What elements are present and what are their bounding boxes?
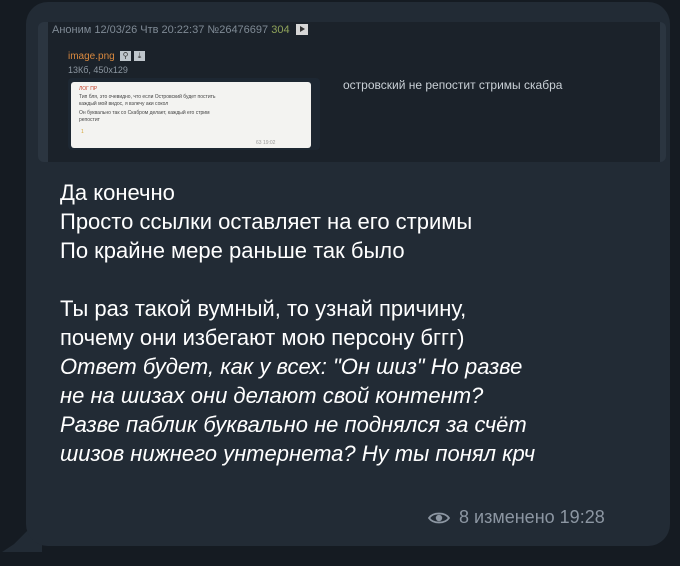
file-name-link[interactable]: image.png [68,51,115,62]
reply-count[interactable]: 304 [271,24,289,36]
message-line-blank [60,265,660,294]
view-count: 8 [459,507,470,527]
message-meta: 8 изменено 19:28 [427,507,605,530]
eye-icon [427,509,451,530]
message-line-italic: шизов нижнего унтернета? Ну ты понял крч [60,441,536,466]
thumbnail-line: каждый мой видос, я взлечу аки сокол [79,101,169,107]
thumbnail-meta: 63 19:02 [256,140,276,146]
message-line-italic: Ответ будет, как у всех: "Он шиз" Но раз… [60,354,523,379]
thumbnail-line: Он буквально так со Скабром делает, кажд… [79,110,210,116]
message-line-italic: не на шизах они делают свой контент? [60,383,484,408]
message-line: почему они избегают мою персону бггг) [60,325,465,350]
post-datetime: 12/03/26 Чтв 20:22:37 [94,24,205,36]
thumbnail-reaction: 1 [81,129,84,135]
message-time: 19:28 [559,507,605,527]
thumbnail-title: ЛОГ ПР [79,86,98,92]
search-icon[interactable]: ⚲ [120,51,131,61]
message-line-italic: Разве паблик буквально не поднялся за сч… [60,412,527,437]
message-line: Да конечно [60,180,175,205]
message-line: По крайне мере раньше так было [60,238,405,263]
message-line: Ты раз такой вумный, то узнай причину, [60,296,467,321]
thumbnail-card: ЛОГ ПР Тип бля, это очевидно, что если О… [71,82,311,148]
image-thumbnail[interactable]: ЛОГ ПР Тип бля, это очевидно, что если О… [68,78,320,150]
post-author: Аноним [52,24,92,36]
post-number[interactable]: №26476697 [207,24,268,36]
quoted-post-text: островский не репостит стримы скабра [343,78,563,92]
file-info: 13Кб, 450x129 [68,65,128,75]
message-text: Да конечно Просто ссылки оставляет на ег… [60,178,660,468]
quoted-post-header: Аноним 12/03/26 Чтв 20:22:37 №26476697 3… [52,24,308,36]
thumbnail-line: Тип бля, это очевидно, что если Островск… [79,94,216,100]
thumbnail-line: репостит [79,117,100,123]
play-icon[interactable] [295,24,308,35]
message-line: Просто ссылки оставляет на его стримы [60,209,473,234]
download-icon[interactable]: ⤓ [134,51,145,61]
edited-label: изменено [474,507,555,527]
